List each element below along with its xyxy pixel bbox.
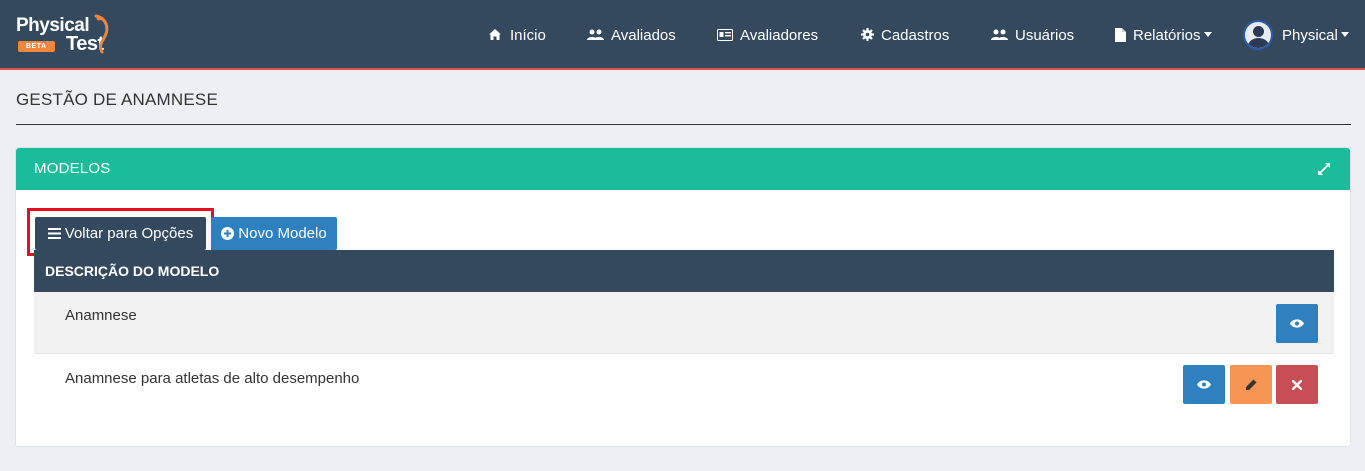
- nav-cadastros[interactable]: Cadastros: [861, 0, 949, 70]
- table-row: Anamnese: [34, 292, 1334, 354]
- delete-button[interactable]: [1276, 365, 1318, 404]
- user-menu-dropdown[interactable]: Physical: [1243, 0, 1349, 70]
- model-description: Anamnese para atletas de alto desempenho: [65, 370, 360, 387]
- nav-usuarios-label: Usuários: [1015, 26, 1075, 44]
- eye-icon: [1290, 319, 1304, 328]
- nav-avaliados-label: Avaliados: [611, 26, 676, 44]
- nav-inicio-label: Início: [510, 26, 546, 44]
- nav-avaliadores[interactable]: Avaliadores: [717, 0, 818, 70]
- chevron-down-icon: [1340, 31, 1349, 37]
- new-model-button[interactable]: Novo Modelo: [211, 217, 337, 250]
- nav-relatorios-label: Relatórios: [1133, 26, 1201, 44]
- nav-cadastros-label: Cadastros: [881, 26, 950, 44]
- file-icon: [1115, 28, 1127, 42]
- top-navbar: Physical Test BETA Início Avaliados Aval…: [0, 0, 1365, 70]
- close-icon: [1292, 379, 1302, 390]
- models-panel: MODELOS Voltar para Opções Novo Modelo D…: [15, 147, 1351, 447]
- user-name: Physical: [1282, 26, 1338, 44]
- nav-usuarios[interactable]: Usuários: [991, 0, 1074, 70]
- nav-inicio[interactable]: Início: [488, 0, 546, 70]
- edit-button[interactable]: [1230, 365, 1272, 404]
- logo-swoosh-icon: [94, 14, 109, 54]
- nav-avaliados[interactable]: Avaliados: [587, 0, 676, 70]
- eye-icon: [1197, 380, 1211, 389]
- table-header: DESCRIÇÃO DO MODELO: [34, 250, 1334, 292]
- gear-icon: [861, 28, 875, 42]
- expand-icon[interactable]: [1316, 161, 1332, 177]
- title-divider: [16, 124, 1351, 125]
- plus-circle-icon: [221, 227, 235, 240]
- beta-badge: BETA: [18, 41, 55, 52]
- model-description: Anamnese: [65, 307, 137, 324]
- pencil-icon: [1246, 379, 1257, 390]
- view-button[interactable]: [1183, 365, 1225, 404]
- id-card-icon: [717, 28, 734, 42]
- highlight-box: [27, 208, 214, 256]
- users-icon: [587, 28, 605, 42]
- nav-avaliadores-label: Avaliadores: [740, 26, 819, 44]
- home-icon: [488, 28, 504, 42]
- chevron-down-icon: [1203, 31, 1212, 37]
- column-header-description: DESCRIÇÃO DO MODELO: [45, 263, 220, 279]
- panel-header: MODELOS: [16, 148, 1350, 190]
- app-logo[interactable]: Physical Test BETA: [16, 14, 112, 58]
- new-model-label: Novo Modelo: [238, 225, 327, 242]
- table-row: Anamnese para atletas de alto desempenho: [34, 355, 1334, 417]
- users-icon: [991, 28, 1009, 42]
- view-button[interactable]: [1276, 304, 1318, 343]
- page-title: GESTÃO DE ANAMNESE: [16, 90, 218, 109]
- nav-relatorios-dropdown[interactable]: Relatórios: [1115, 0, 1212, 70]
- avatar: [1243, 20, 1273, 50]
- panel-title: MODELOS: [34, 160, 111, 177]
